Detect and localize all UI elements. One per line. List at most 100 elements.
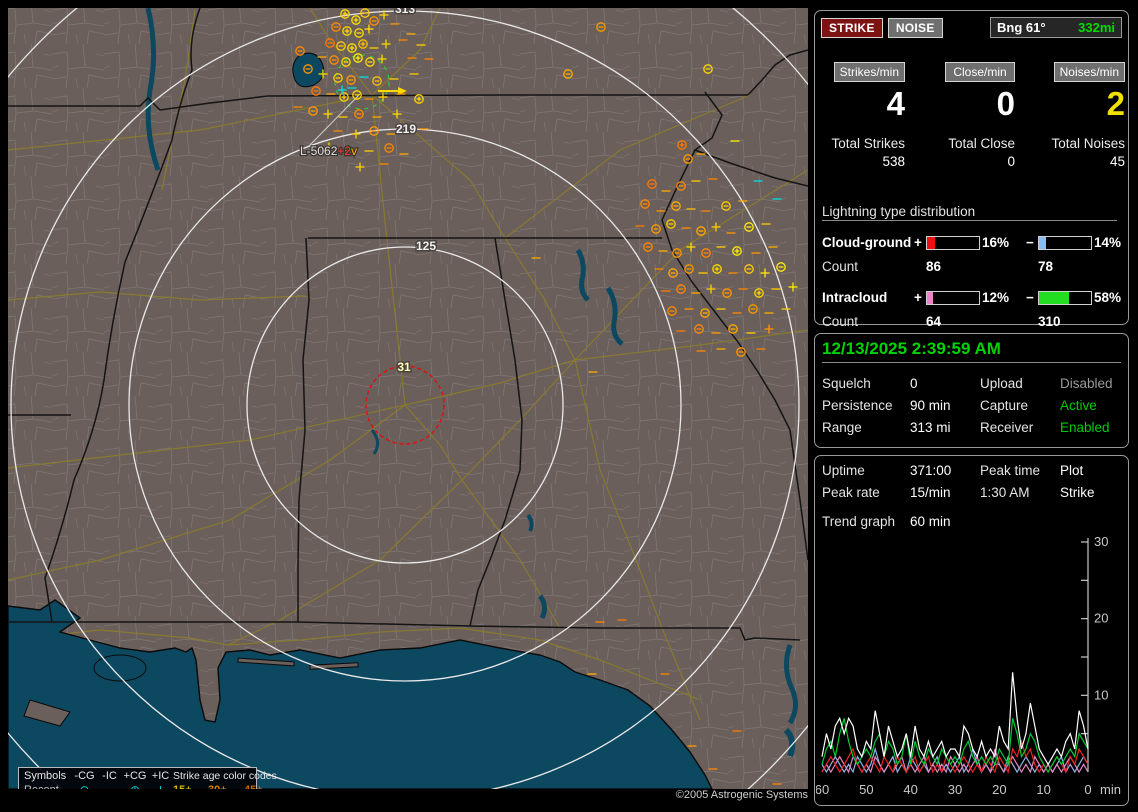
- y-tick-label: 20: [1094, 611, 1108, 626]
- x-tick-label: 50: [859, 782, 873, 797]
- strikes-per-min-value: 4: [886, 85, 905, 122]
- legend-symbol-ic-pos-icon: +: [148, 784, 173, 789]
- cg-neg-bar: [1038, 235, 1092, 250]
- trend-series-blue: [821, 746, 1089, 774]
- x-tick-label: 60: [816, 782, 829, 797]
- total-noises-label: Total Noises: [1051, 136, 1125, 151]
- noises-per-min-button[interactable]: Noises/min: [1053, 62, 1125, 82]
- ic-count-label: Count: [822, 314, 859, 329]
- status-value-15-min: 15/min: [910, 485, 951, 500]
- strikes-per-min-button[interactable]: Strikes/min: [833, 62, 905, 82]
- intracloud-label: Intracloud: [822, 290, 888, 305]
- bearing-display: Bng 61° 332mi: [990, 17, 1122, 38]
- status-value-371-00: 371:00: [910, 463, 952, 478]
- legend-age-code: 30+: [208, 784, 244, 789]
- strike-button[interactable]: STRIKE: [821, 17, 883, 38]
- status-label-capture: Capture: [980, 398, 1029, 413]
- x-tick-label: 0: [1084, 782, 1091, 797]
- close-per-min-value: 0: [996, 85, 1015, 122]
- bar-fill: [1039, 236, 1047, 249]
- storm-cell-label: L-5062+2v: [300, 144, 357, 158]
- x-tick-label: 30: [948, 782, 962, 797]
- ic-pos-bar: [926, 290, 980, 305]
- bearing-distance: 332mi: [1078, 20, 1115, 35]
- x-tick-label: 20: [992, 782, 1006, 797]
- status-value-0: 0: [910, 376, 918, 391]
- trend-chart: 30 20 10 60 50 40 30 20 10 0 min: [816, 534, 1121, 797]
- cg-count-label: Count: [822, 259, 859, 274]
- status-label-peak-time: Peak time: [980, 463, 1041, 478]
- total-close-label: Total Close: [948, 136, 1015, 151]
- y-tick-label: 10: [1094, 687, 1108, 702]
- cloud-ground-label: Cloud-ground: [822, 235, 912, 250]
- status-value-313-mi: 313 mi: [910, 420, 951, 435]
- legend-age-code: 45+: [244, 784, 278, 789]
- status-grid: Squelch 0 Upload Disabled Persistence 90 min C…: [822, 376, 1123, 435]
- total-strikes-value: 538: [882, 154, 905, 169]
- status-value-disabled: Disabled: [1060, 376, 1113, 391]
- range-ring-label: 31: [397, 360, 411, 374]
- legend-age-code: 15+: [173, 784, 208, 789]
- cg-neg-count: 78: [1038, 259, 1054, 274]
- noise-button[interactable]: NOISE: [887, 17, 943, 38]
- status-value-90-min: 90 min: [910, 398, 951, 413]
- legend-symbol-ic-neg-icon: −: [97, 784, 122, 789]
- legend-col-neg-ic: -IC: [102, 770, 117, 782]
- status-label-upload: Upload: [980, 376, 1023, 391]
- x-tick-label: 10: [1036, 782, 1050, 797]
- plus-sign: +: [914, 290, 922, 305]
- bearing-label: Bng 61°: [997, 20, 1046, 35]
- y-tick-label: 30: [1094, 534, 1108, 549]
- legend-symbols-title: Symbols: [24, 770, 67, 782]
- legend-col-pos-cg: +CG: [123, 770, 147, 782]
- status-value-plot: Plot: [1060, 463, 1084, 478]
- range-ring-label: 219: [396, 122, 416, 136]
- rate-columns: Strikes/min 4 Total Strikes 538 Close/mi…: [817, 62, 1125, 169]
- total-strikes-label: Total Strikes: [831, 136, 905, 151]
- x-tick-label: 40: [903, 782, 917, 797]
- trend-graph-label: Trend graph: [822, 514, 896, 529]
- ic-neg-count: 310: [1038, 314, 1061, 329]
- total-noises-value: 45: [1109, 154, 1125, 169]
- cg-neg-percent: 14%: [1094, 235, 1122, 250]
- trend-grid: Uptime 371:00 Peak time Plot Peak rate 15/min…: [822, 463, 1123, 500]
- legend-symbol-cg-pos-icon: ⊕: [122, 784, 148, 789]
- trend-panel: Uptime 371:00 Peak time Plot Peak rate 15/min…: [814, 455, 1129, 806]
- status-value-active: Active: [1060, 398, 1097, 413]
- status-value-strike: Strike: [1060, 485, 1095, 500]
- trend-series-white: [821, 672, 1089, 766]
- status-label-squelch: Squelch: [822, 376, 871, 391]
- app-window: 313 219 125 31 L-5062+2v Symbols -CG -IC +CG…: [0, 0, 1138, 812]
- status-value-enabled: Enabled: [1060, 420, 1110, 435]
- trend-graph-value: 60 min: [910, 514, 951, 529]
- close-per-min-button[interactable]: Close/min: [945, 62, 1015, 82]
- ic-pos-percent: 12%: [982, 290, 1010, 305]
- legend-row-label: Recent: [24, 784, 72, 789]
- total-close-value: 0: [1007, 154, 1015, 169]
- minus-sign: −: [1026, 235, 1034, 250]
- x-axis-unit-label: min: [1100, 782, 1121, 797]
- lightning-map[interactable]: 313 219 125 31 L-5062+2v Symbols -CG -IC +CG…: [8, 8, 808, 789]
- status-label-persistence: Persistence: [822, 398, 893, 413]
- ic-neg-bar: [1038, 290, 1092, 305]
- copyright-text: ©2005 Astrogenic Systems: [675, 789, 808, 801]
- trend-series-pink: [821, 748, 1089, 774]
- range-ring-label: 313: [395, 8, 415, 16]
- minus-sign: −: [1026, 290, 1034, 305]
- status-label-peak-rate: Peak rate: [822, 485, 880, 500]
- status-label-range: Range: [822, 420, 862, 435]
- cg-pos-bar: [926, 235, 980, 250]
- strike-stats-panel: STRIKE NOISE Bng 61° 332mi Strikes/min 4…: [814, 10, 1129, 329]
- plus-sign: +: [914, 235, 922, 250]
- legend-age-title: Strike age color codes: [173, 770, 277, 782]
- status-panel: 12/13/2025 2:39:59 AM Squelch 0 Upload Disa…: [814, 333, 1129, 448]
- status-label-receiver: Receiver: [980, 420, 1034, 435]
- bar-fill: [927, 291, 934, 304]
- legend-col-neg-cg: -CG: [74, 770, 95, 782]
- noises-per-min-value: 2: [1106, 85, 1125, 122]
- map-legend: Symbols -CG -IC +CG +IC Strike age color…: [18, 767, 277, 789]
- legend-symbol-cg-neg-icon: ⊖: [72, 784, 97, 789]
- lightning-type-distribution: Lightning type distribution Cloud-ground…: [822, 204, 1121, 334]
- bar-fill: [927, 236, 936, 249]
- bar-fill: [1039, 291, 1070, 304]
